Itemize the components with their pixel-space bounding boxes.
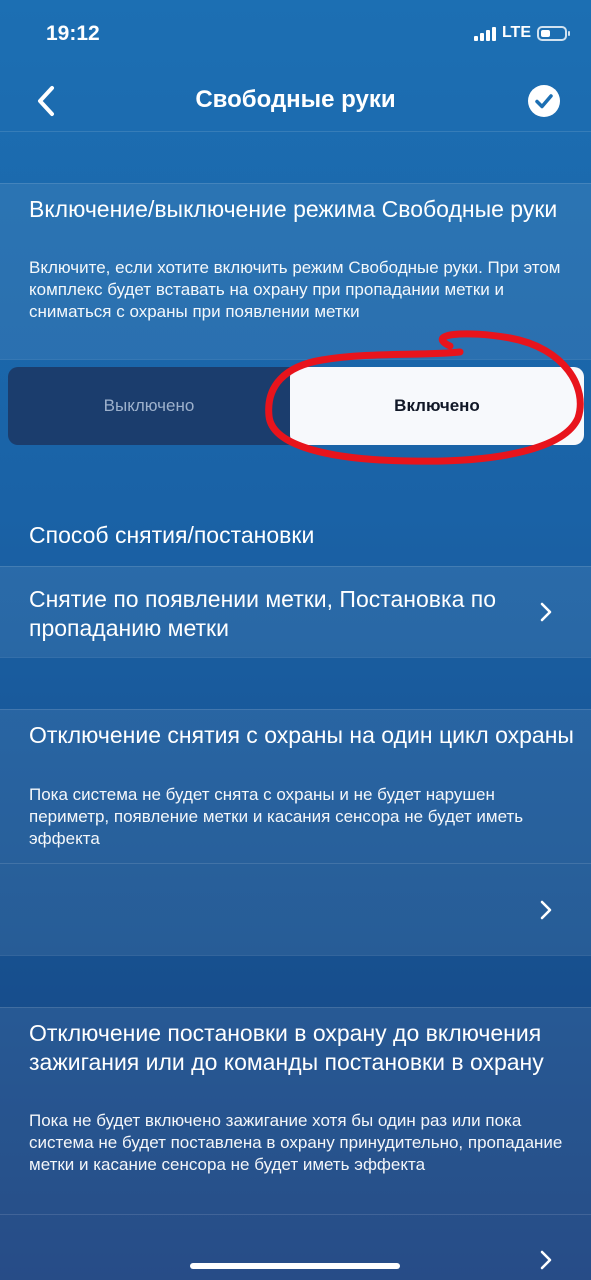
chevron-right-icon[interactable] bbox=[538, 899, 554, 921]
divider bbox=[0, 657, 591, 658]
divider bbox=[0, 709, 591, 710]
status-time: 19:12 bbox=[46, 22, 100, 45]
method-title: Способ снятия/постановки bbox=[29, 522, 315, 548]
network-type: LTE bbox=[501, 24, 531, 41]
nav-divider bbox=[0, 131, 591, 132]
checkmark-circle-icon[interactable] bbox=[528, 85, 560, 117]
arm-disable-title: Отключение постановки в охрану до включе… bbox=[29, 1020, 544, 1075]
page-title: Свободные руки bbox=[195, 86, 396, 113]
divider bbox=[0, 1007, 591, 1008]
cellular-signal-icon bbox=[473, 25, 496, 41]
disarm-disable-title: Отключение снятия с охраны на один цикл … bbox=[29, 722, 574, 748]
arm-disable-row[interactable] bbox=[0, 1215, 591, 1280]
toggle-off-option[interactable]: Выключено bbox=[8, 367, 290, 445]
hands-free-title: Включение/выключение режима Свободные ру… bbox=[29, 196, 558, 222]
divider bbox=[0, 183, 591, 184]
battery-icon bbox=[537, 25, 570, 41]
status-indicators: LTE bbox=[473, 24, 570, 42]
chevron-right-icon[interactable] bbox=[538, 601, 554, 623]
chevron-right-icon[interactable] bbox=[538, 1249, 554, 1271]
red-circle-annotation bbox=[265, 330, 584, 465]
home-indicator[interactable] bbox=[190, 1263, 400, 1269]
hands-free-description: Включите, если хотите включить режим Сво… bbox=[29, 258, 561, 321]
disarm-disable-row[interactable] bbox=[0, 864, 591, 955]
arm-disable-description: Пока не будет включено зажигание хотя бы… bbox=[29, 1111, 563, 1174]
divider bbox=[0, 955, 591, 956]
divider bbox=[0, 566, 591, 567]
method-value: Снятие по появлении метки, Постановка по… bbox=[29, 586, 497, 641]
disarm-disable-description: Пока система не будет снята с охраны и н… bbox=[29, 785, 524, 848]
